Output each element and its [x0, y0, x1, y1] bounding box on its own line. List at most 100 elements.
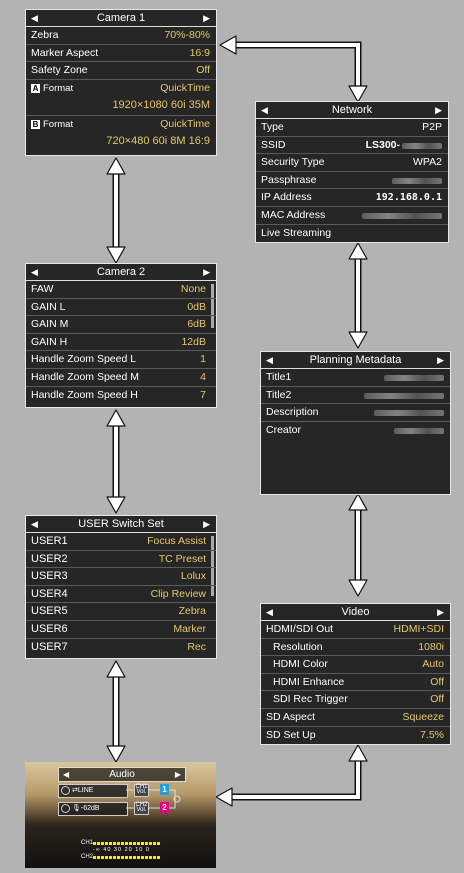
video-panel: ◀ Video ▶ HDMI/SDI Out HDMI+SDI Resolutio… — [260, 603, 451, 745]
ch1-level-meter — [93, 842, 161, 845]
row-value: Focus Assist — [147, 535, 206, 547]
menu-row-sdi-rec-trigger[interactable]: SDI Rec Trigger Off — [261, 691, 450, 709]
menu-row-safety-zone[interactable]: Safety Zone Off — [26, 62, 216, 80]
menu-row-description[interactable]: Description — [261, 404, 450, 422]
menu-row-passphrase[interactable]: Passphrase — [256, 172, 448, 190]
nav-right-icon[interactable]: ▶ — [437, 604, 444, 620]
menu-row-format-b[interactable]: B Format QuickTime 720×480 60i 8M 16:9 — [26, 116, 216, 153]
planning-title-bar: ◀ Planning Metadata ▶ — [261, 352, 450, 369]
camera1-panel: ◀ Camera 1 ▶ Zebra 70%-80% Marker Aspect 1… — [25, 9, 217, 156]
menu-row-type[interactable]: Type P2P — [256, 119, 448, 137]
format-b-detail: 720×480 60i 8M 16:9 — [106, 134, 210, 147]
nav-left-icon[interactable]: ◀ — [266, 352, 273, 368]
menu-row-user4[interactable]: USER4 Clip Review — [26, 586, 216, 604]
menu-row-user3[interactable]: USER3 Lolux — [26, 568, 216, 586]
menu-row-gain-l[interactable]: GAIN L 0dB — [26, 299, 216, 317]
row-label: Resolution — [273, 640, 323, 653]
row-label: USER6 — [31, 622, 68, 635]
meter-ch1-label: CH1 — [81, 840, 94, 846]
menu-row-ssid[interactable]: SSID LS300- — [256, 137, 448, 155]
menu-row-zoom-speed-l[interactable]: Handle Zoom Speed L 1 — [26, 351, 216, 369]
menu-row-resolution[interactable]: Resolution 1080i — [261, 639, 450, 657]
row-label: Type — [261, 121, 284, 133]
camera2-title-bar: ◀ Camera 2 ▶ — [26, 264, 216, 281]
row-label: Marker Aspect — [31, 46, 99, 59]
user-switch-title-bar: ◀ USER Switch Set ▶ — [26, 516, 216, 533]
menu-row-sd-aspect[interactable]: SD Aspect Squeeze — [261, 709, 450, 727]
nav-left-icon[interactable]: ◀ — [266, 604, 273, 620]
row-value: None — [180, 283, 206, 295]
row-value: 12dB — [181, 335, 206, 348]
row-label: USER4 — [31, 587, 68, 600]
row-value: 7 — [200, 388, 206, 401]
slot-a-badge: A — [31, 83, 40, 93]
slot-b-badge: B — [31, 119, 40, 129]
nav-left-icon[interactable]: ◀ — [31, 10, 38, 26]
row-label: Safety Zone — [31, 64, 88, 77]
row-label: Passphrase — [261, 173, 317, 186]
nav-right-icon[interactable]: ▶ — [437, 352, 444, 368]
row-value: QuickTime — [160, 81, 210, 94]
row-label: MAC Address — [261, 208, 326, 221]
row-label: USER7 — [31, 640, 68, 653]
row-label: GAIN H — [31, 335, 68, 348]
menu-row-user2[interactable]: USER2 TC Preset — [26, 551, 216, 569]
menu-row-title1[interactable]: Title1 — [261, 369, 450, 387]
nav-left-icon[interactable]: ◀ — [31, 264, 38, 280]
nav-left-icon[interactable]: ◀ — [261, 102, 268, 118]
menu-row-mac-address[interactable]: MAC Address — [256, 207, 448, 225]
menu-row-live-streaming[interactable]: Live Streaming — [256, 225, 448, 243]
audio-screen: ◀ Audio ▶ ⇄LINE 🎙-62dB CH1 Vol. CH2 Vol.… — [25, 762, 216, 868]
menu-row-user1[interactable]: USER1 Focus Assist — [26, 533, 216, 551]
menu-row-zebra[interactable]: Zebra 70%-80% — [26, 27, 216, 45]
menu-row-hdmi-sdi-out[interactable]: HDMI/SDI Out HDMI+SDI — [261, 621, 450, 639]
menu-row-hdmi-enhance[interactable]: HDMI Enhance Off — [261, 674, 450, 692]
menu-row-gain-m[interactable]: GAIN M 6dB — [26, 316, 216, 334]
row-value: Off — [430, 693, 444, 706]
planning-metadata-panel: ◀ Planning Metadata ▶ Title1 Title2 Desc… — [260, 351, 451, 495]
row-label: Security Type — [261, 156, 325, 169]
row-value: 0dB — [187, 300, 206, 313]
menu-row-sd-set-up[interactable]: SD Set Up 7.5% — [261, 727, 450, 745]
menu-row-faw[interactable]: FAW None — [26, 281, 216, 299]
redacted-value — [384, 375, 444, 381]
row-value: 1080i — [418, 640, 444, 653]
row-value: TC Preset — [158, 552, 206, 565]
menu-row-hdmi-color[interactable]: HDMI Color Auto — [261, 656, 450, 674]
menu-row-security-type[interactable]: Security Type WPA2 — [256, 154, 448, 172]
redacted-value — [374, 410, 444, 417]
nav-right-icon[interactable]: ▶ — [203, 10, 210, 26]
row-value: 70%-80% — [164, 29, 210, 41]
menu-row-ip-address[interactable]: IP Address 192.168.0.1 — [256, 189, 448, 207]
menu-row-marker-aspect[interactable]: Marker Aspect 16:9 — [26, 45, 216, 63]
redacted-value — [394, 427, 444, 434]
redacted-value — [362, 212, 442, 219]
row-label: Handle Zoom Speed H — [31, 388, 138, 401]
menu-row-gain-h[interactable]: GAIN H 12dB — [26, 334, 216, 352]
nav-right-icon[interactable]: ▶ — [203, 516, 210, 532]
camera2-panel: ◀ Camera 2 ▶ FAW None GAIN L 0dB GAIN M 6dB… — [25, 263, 217, 408]
row-label: Title2 — [266, 388, 292, 401]
row-label: SDI Rec Trigger — [273, 693, 348, 706]
nav-right-icon[interactable]: ▶ — [203, 264, 210, 280]
menu-row-zoom-speed-h[interactable]: Handle Zoom Speed H 7 — [26, 387, 216, 405]
user-switch-title: USER Switch Set — [78, 518, 164, 530]
menu-row-zoom-speed-m[interactable]: Handle Zoom Speed M 4 — [26, 369, 216, 387]
nav-left-icon[interactable]: ◀ — [31, 516, 38, 532]
row-value: WPA2 — [413, 156, 442, 169]
row-value: 16:9 — [189, 46, 210, 59]
menu-row-creator[interactable]: Creator — [261, 422, 450, 440]
row-label: Zebra — [31, 29, 59, 41]
menu-row-user6[interactable]: USER6 Marker — [26, 621, 216, 639]
row-label: Handle Zoom Speed M — [31, 370, 139, 383]
redacted-value — [364, 392, 444, 399]
menu-row-title2[interactable]: Title2 — [261, 387, 450, 405]
row-value: P2P — [422, 121, 442, 133]
menu-row-format-a[interactable]: A Format QuickTime 1920×1080 60i 35M — [26, 80, 216, 116]
menu-row-user5[interactable]: USER5 Zebra — [26, 603, 216, 621]
menu-row-user7[interactable]: USER7 Rec — [26, 639, 216, 657]
redacted-value — [392, 177, 442, 184]
row-label: Description — [266, 406, 319, 419]
nav-right-icon[interactable]: ▶ — [435, 102, 442, 118]
user-switch-panel: ◀ USER Switch Set ▶ USER1 Focus Assist US… — [25, 515, 217, 659]
